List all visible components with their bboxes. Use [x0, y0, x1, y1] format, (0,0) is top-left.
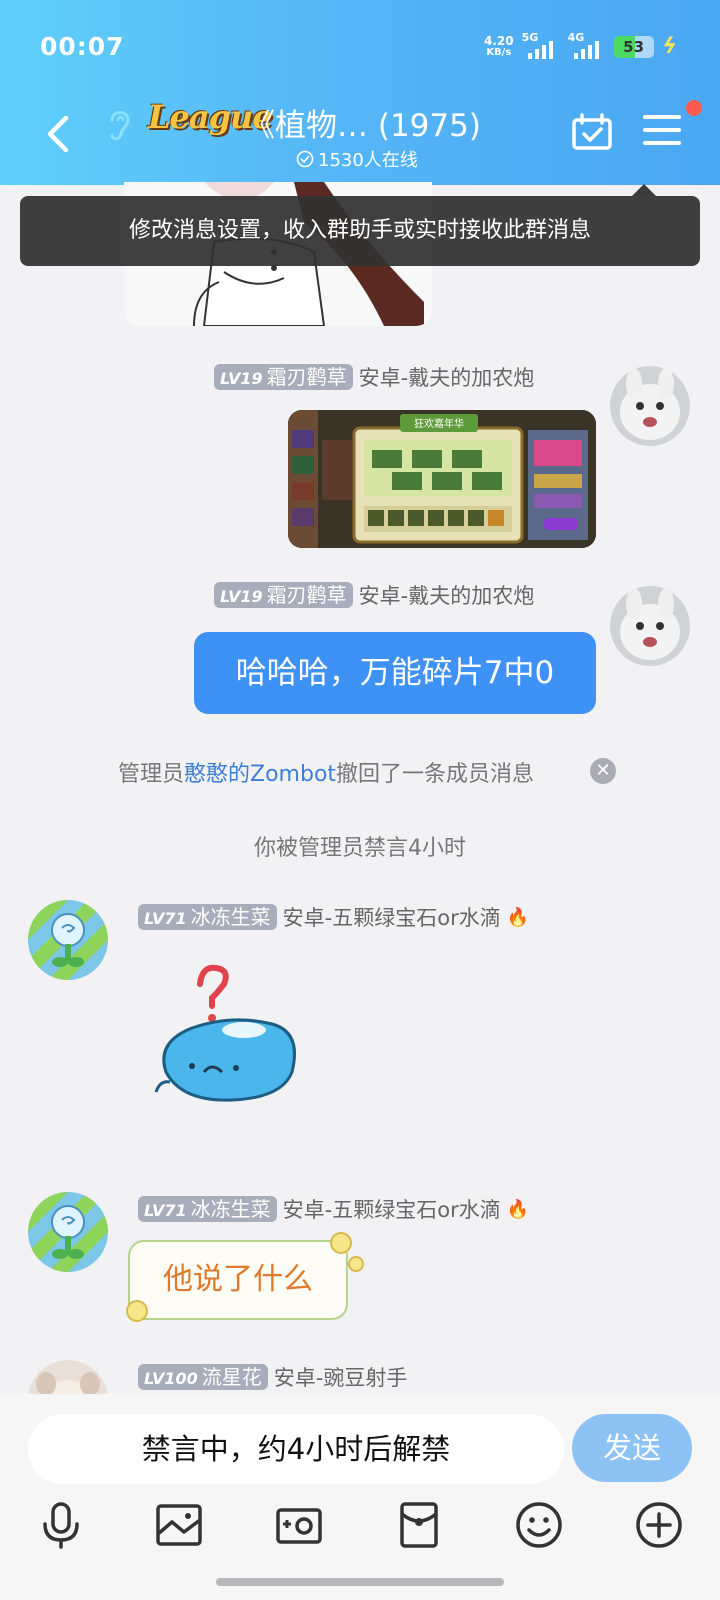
send-button[interactable]: 发送: [572, 1414, 692, 1482]
sender-info: LV71 冰冻生菜 安卓-五颗绿宝石or水滴 🔥: [138, 1194, 529, 1224]
sender-info: LV19 霜刃鹳草 安卓-戴夫的加农炮: [214, 580, 534, 610]
status-bar: 00:07 4.20 KB/s 5G 4G 53 ϟ: [0, 0, 720, 95]
back-arrow-icon[interactable]: [40, 112, 80, 156]
red-packet-icon[interactable]: [394, 1500, 444, 1550]
mute-notice: 你被管理员禁言4小时: [254, 836, 466, 861]
message-bubble[interactable]: 哈哈哈，万能碎片7中0: [194, 632, 596, 714]
muted-input-field[interactable]: 禁言中，约4小时后解禁: [28, 1414, 564, 1484]
avatar[interactable]: [610, 586, 690, 666]
game-screenshot-image[interactable]: 狂欢嘉年华: [288, 410, 596, 548]
level-badge: LV71 冰冻生菜: [138, 1196, 277, 1222]
recall-notice: 管理员憨憨的Zombot撤回了一条成员消息: [118, 762, 535, 787]
group-title[interactable]: 《植物… (1975): [244, 100, 481, 145]
close-icon[interactable]: ✕: [590, 758, 616, 784]
sender-info: LV100 流星花 安卓-豌豆射手: [138, 1362, 407, 1392]
online-count: 1530人在线: [296, 146, 418, 172]
admin-name-link[interactable]: 憨憨的Zombot: [184, 762, 336, 787]
signal-5g-icon: 5G: [522, 31, 560, 59]
emoji-icon[interactable]: [514, 1500, 564, 1550]
tooltip-arrow: [632, 184, 656, 196]
message-bubble[interactable]: 他说了什么: [128, 1240, 348, 1320]
check-circle-icon: [296, 150, 314, 168]
member-title: 安卓-戴夫的加农炮: [358, 366, 535, 390]
notification-dot: [686, 100, 702, 116]
game-banner: 狂欢嘉年华: [414, 417, 464, 430]
plus-icon[interactable]: [634, 1500, 684, 1550]
image-icon[interactable]: [154, 1500, 204, 1550]
fire-icon: 🔥: [506, 1198, 530, 1220]
fire-icon: 🔥: [506, 906, 530, 928]
signal-4g-icon: 4G: [568, 31, 606, 59]
sender-info: LV71 冰冻生菜 安卓-五颗绿宝石or水滴 🔥: [138, 902, 529, 932]
status-icons: 4.20 KB/s 5G 4G 53 ϟ: [484, 31, 680, 60]
sender-info: LV19 霜刃鹳草 安卓-戴夫的加农炮: [214, 362, 534, 392]
avatar[interactable]: [28, 1192, 108, 1272]
menu-icon[interactable]: [642, 112, 682, 148]
battery-level: 53: [623, 37, 645, 56]
level-badge: LV100 流星花: [138, 1364, 268, 1390]
message-settings-tooltip[interactable]: 修改消息设置，收入群助手或实时接收此群消息: [20, 196, 700, 266]
flower-decoration: [330, 1232, 352, 1254]
camera-icon[interactable]: [274, 1500, 324, 1550]
level-badge: LV19 霜刃鹳草: [214, 582, 353, 608]
flower-decoration: [348, 1256, 364, 1272]
member-title: 安卓-戴夫的加农炮: [358, 584, 535, 608]
microphone-icon[interactable]: [36, 1500, 86, 1550]
calendar-check-icon[interactable]: [570, 112, 614, 152]
level-badge: LV71 冰冻生菜: [138, 904, 277, 930]
avatar[interactable]: [610, 366, 690, 446]
status-time: 00:07: [40, 32, 125, 61]
avatar[interactable]: [28, 900, 108, 980]
flower-decoration: [126, 1300, 148, 1322]
confused-blob-sticker[interactable]: [152, 962, 312, 1132]
charging-icon: ϟ: [658, 34, 680, 59]
ear-icon[interactable]: [104, 104, 134, 144]
member-title: 安卓-五颗绿宝石or水滴: [282, 1198, 501, 1222]
home-indicator[interactable]: [216, 1578, 504, 1586]
network-speed: 4.20 KB/s: [484, 33, 514, 58]
member-title: 安卓-五颗绿宝石or水滴: [282, 906, 501, 930]
member-title: 安卓-豌豆射手: [273, 1366, 408, 1390]
level-badge: LV19 霜刃鹳草: [214, 364, 353, 390]
chat-header: 00:07 4.20 KB/s 5G 4G 53 ϟ League 《植物… (…: [0, 0, 720, 185]
battery-icon: 53: [613, 35, 654, 58]
